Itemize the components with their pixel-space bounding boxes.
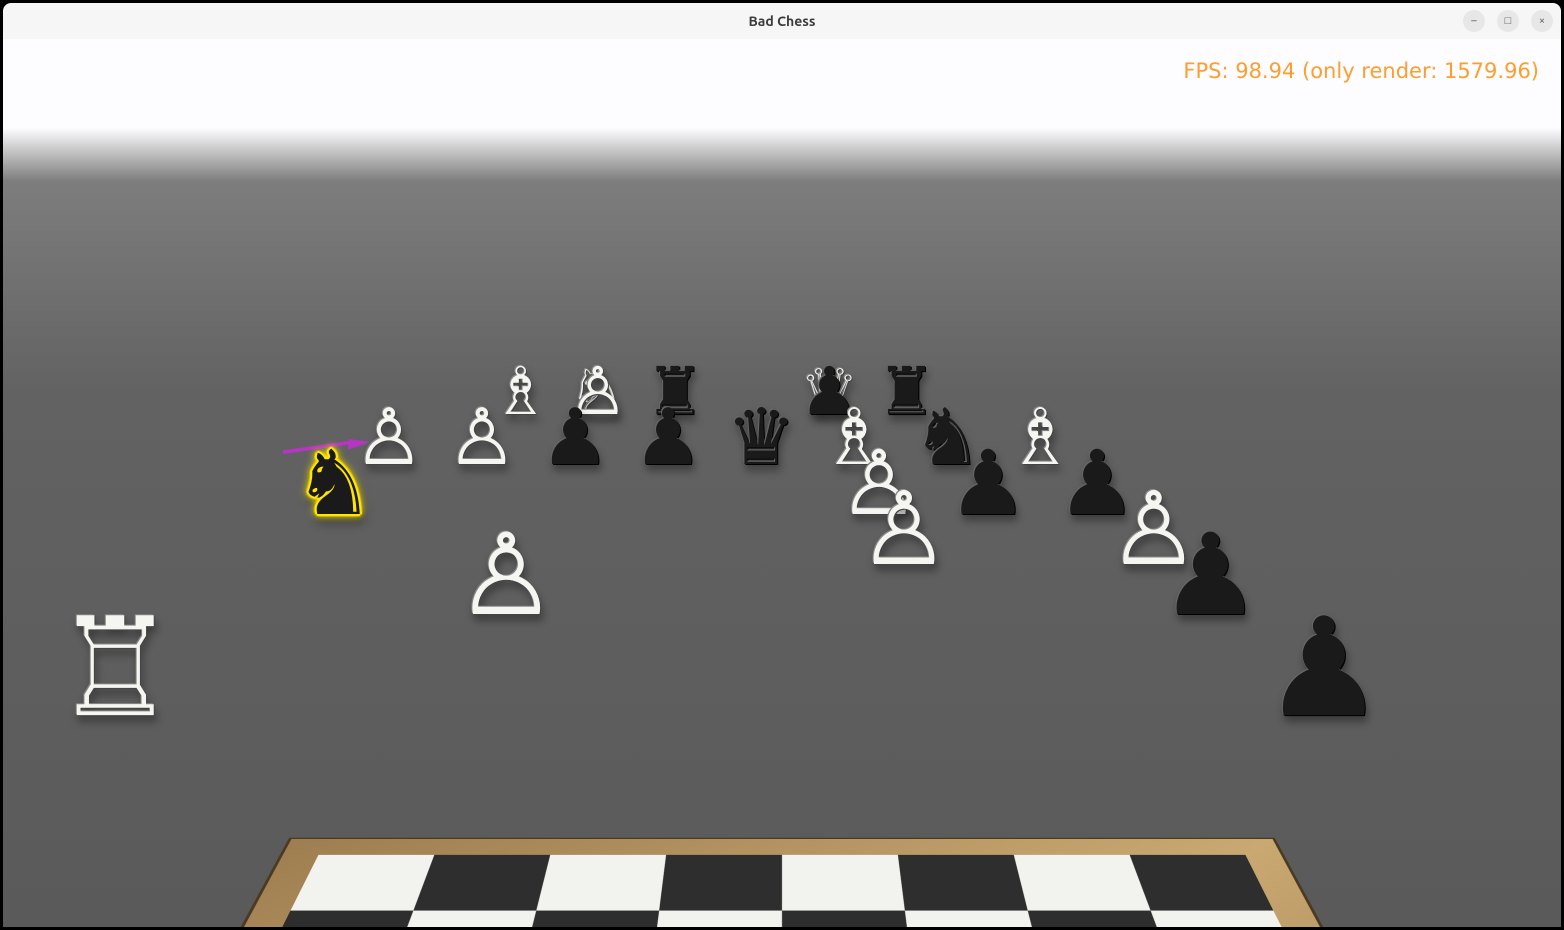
maximize-button[interactable]: □ bbox=[1497, 10, 1519, 32]
window-title: Bad Chess bbox=[3, 13, 1561, 29]
black-pawn-h2[interactable]: ♟ bbox=[1263, 597, 1386, 734]
square-e7[interactable] bbox=[782, 911, 913, 927]
black-pawn-h4[interactable]: ♟ bbox=[1160, 517, 1261, 630]
black-pawn-d7[interactable]: ♟ bbox=[633, 397, 703, 475]
square-f8[interactable] bbox=[898, 855, 1028, 911]
square-b7[interactable] bbox=[390, 911, 537, 927]
maximize-icon: □ bbox=[1505, 15, 1512, 27]
square-b8[interactable] bbox=[413, 855, 550, 911]
square-d7[interactable] bbox=[651, 911, 782, 927]
square-d8[interactable] bbox=[659, 855, 782, 911]
square-c8[interactable] bbox=[536, 855, 666, 911]
white-pawn-f5[interactable]: ♙ bbox=[858, 477, 949, 578]
white-pawn-c4[interactable]: ♙ bbox=[456, 517, 557, 630]
square-e8[interactable] bbox=[782, 855, 905, 911]
white-rook-a2[interactable]: ♖ bbox=[54, 597, 177, 734]
scene-3d[interactable]: ♞♙♙♗♘♟♙♜♟♛♙♖♕♗♟♙♞♜♟♙♗♟♙♟♟ bbox=[3, 39, 1561, 927]
close-button[interactable]: × bbox=[1531, 10, 1553, 32]
square-g8[interactable] bbox=[1014, 855, 1151, 911]
window-controls: – □ × bbox=[1463, 10, 1553, 32]
black-knight-a6[interactable]: ♞ bbox=[294, 437, 374, 527]
black-pawn-g6[interactable]: ♟ bbox=[948, 437, 1028, 527]
black-pawn-c7[interactable]: ♟ bbox=[540, 397, 610, 475]
square-f7[interactable] bbox=[905, 911, 1044, 927]
app-window: Bad Chess – □ × FPS: 98.94 (only render:… bbox=[0, 0, 1564, 930]
square-c7[interactable] bbox=[520, 911, 659, 927]
close-icon: × bbox=[1539, 15, 1545, 27]
titlebar[interactable]: Bad Chess – □ × bbox=[3, 3, 1561, 39]
white-pawn-b7[interactable]: ♙ bbox=[447, 397, 517, 475]
game-viewport[interactable]: FPS: 98.94 (only render: 1579.96) ♞♙♙♗♘♟… bbox=[3, 39, 1561, 927]
minimize-button[interactable]: – bbox=[1463, 10, 1485, 32]
board-grid[interactable] bbox=[3, 855, 1561, 927]
black-queen-e7[interactable]: ♛ bbox=[726, 397, 796, 475]
minimize-icon: – bbox=[1471, 15, 1476, 27]
